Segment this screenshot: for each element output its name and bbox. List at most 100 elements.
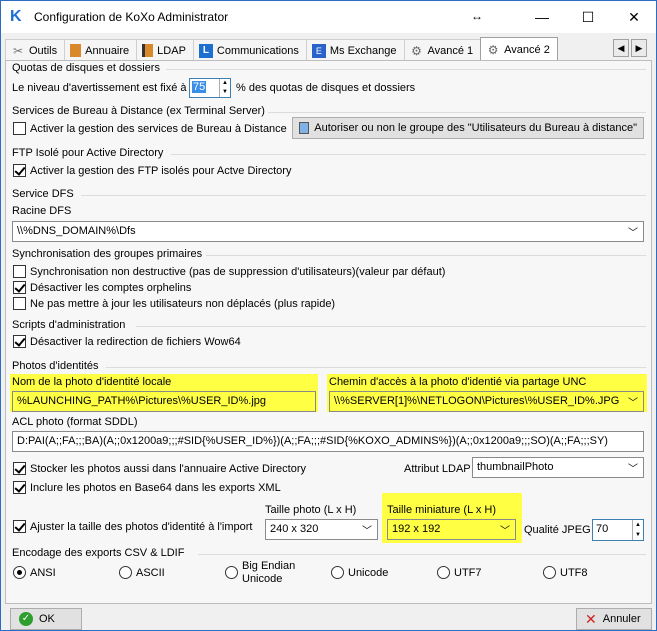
rds-button-label: Autoriser ou non le groupe des "Utilisat… [314,122,637,134]
thumb-size-value: 192 x 192 [392,523,441,535]
dfs-section-title: Service DFS [12,188,74,200]
maximize-button[interactable]: ☐ [565,1,611,33]
photo-size-label: Taille photo (L x H) [265,504,357,516]
quota-value: 75 [192,81,207,93]
rds-section-title: Services de Bureau à Distance (ex Termin… [12,105,265,117]
ftp-checkbox[interactable] [13,164,26,177]
ftp-section-title: FTP Isolé pour Active Directory [12,147,164,159]
rds-checkbox-label: Activer la gestion des services de Burea… [30,123,287,135]
rds-authorize-group-button[interactable]: Autoriser ou non le groupe des "Utilisat… [292,117,644,139]
encoding-utf8-radio[interactable] [543,566,556,579]
tab-strip: ✂ Outils Annuaire LDAP L Communications … [5,37,558,61]
ldap-attribute-label: Attribut LDAP [404,463,471,475]
jpeg-quality-spinner[interactable]: 70 ▲ ▼ [592,519,644,541]
section-divider [171,154,646,155]
store-ad-checkbox[interactable] [13,462,26,475]
section-divider [198,554,646,555]
resize-photos-checkbox[interactable] [13,520,26,533]
chevron-down-icon: ﹀ [628,464,638,475]
rds-checkbox[interactable] [13,122,26,135]
communications-icon: L [198,43,213,58]
sync-nondestructive-label: Synchronisation non destructive (pas de … [30,266,446,278]
tools-icon: ✂ [12,43,24,58]
tab-panel-avance-2: Quotas de disques et dossiers Le niveau … [5,60,652,604]
sync-disable-orphans-checkbox[interactable] [13,281,26,294]
tab-outils[interactable]: ✂ Outils [5,39,66,61]
sync-skip-unmoved-label: Ne pas mettre à jour les utilisateurs no… [30,298,336,310]
ok-label: OK [39,613,55,625]
tab-ldap[interactable]: LDAP [136,39,194,61]
folder-book-icon [142,44,154,57]
encoding-utf7-radio[interactable] [437,566,450,579]
encoding-bigendian-radio[interactable] [225,566,238,579]
tab-label: Communications [216,44,299,57]
unc-photo-label: Chemin d'accès à la photo d'identié via … [329,376,587,388]
ldap-attribute-dropdown[interactable]: thumbnailPhoto ﹀ [472,457,644,478]
thumb-size-dropdown[interactable]: 192 x 192 ﹀ [387,519,516,540]
base64-label: Inclure les photos en Base64 dans les ex… [30,482,281,494]
dfs-root-dropdown[interactable]: \\%DNS_DOMAIN%\Dfs ﹀ [12,221,644,242]
tab-avance-1[interactable]: ⚙ Avancé 1 [403,39,482,61]
tab-label: Annuaire [85,44,130,57]
encoding-ascii-radio[interactable] [119,566,132,579]
tab-label: Avancé 2 [504,43,550,56]
tab-annuaire[interactable]: Annuaire [64,39,138,61]
sync-section-title: Synchronisation des groupes primaires [12,248,203,260]
quota-label-after: % des quotas de disques et dossiers [236,82,416,94]
config-window: K Configuration de KoXo Administrator ↔ … [0,0,657,631]
resize-photos-label: Ajuster la taille des photos d'identité … [30,521,253,533]
tab-avance-2[interactable]: ⚙ Avancé 2 [480,37,558,61]
encoding-ansi-radio[interactable] [13,566,26,579]
jpeg-quality-value: 70 [596,523,609,535]
photo-size-dropdown[interactable]: 240 x 320 ﹀ [265,519,378,540]
section-divider [166,69,646,70]
ldap-attribute-value: thumbnailPhoto [477,461,554,473]
spinner-arrows-icon[interactable]: ▲ ▼ [632,520,643,540]
base64-checkbox[interactable] [13,481,26,494]
tab-label: Ms Exchange [329,44,397,57]
quota-label-before: Le niveau d'avertissement est fixé à [12,82,187,94]
tab-label: LDAP [157,44,186,57]
encoding-unicode-label: Unicode [348,567,389,579]
local-photo-input[interactable]: %LAUNCHING_PATH%\Pictures\%USER_ID%.jpg [12,391,316,412]
tab-scroll-left-button[interactable]: ◀ [613,39,629,57]
photos-section-title: Photos d'identités [12,360,99,372]
rds-screen-icon [299,122,310,134]
cancel-x-icon: ✕ [585,611,597,627]
tab-label: Avancé 1 [427,44,474,57]
wow64-checkbox-label: Désactiver la redirection de fichiers Wo… [30,336,241,348]
dfs-root-value: \\%DNS_DOMAIN%\Dfs [17,225,136,237]
acl-input[interactable]: D:PAI(A;;FA;;;BA)(A;;0x1200a9;;;#SID{%US… [12,431,644,452]
section-divider [106,367,646,368]
tab-scroll-right-button[interactable]: ▶ [631,39,647,57]
jpeg-quality-label: Qualité JPEG [524,524,591,536]
section-divider [206,255,646,256]
encoding-ascii-label: ASCII [136,567,165,579]
book-icon [70,44,82,57]
thumb-size-label: Taille miniature (L x H) [387,504,497,516]
ok-button[interactable]: ✓ OK [10,608,82,630]
resize-icon: ↔ [471,9,483,23]
close-button[interactable]: ✕ [611,1,657,33]
chevron-down-icon: ﹀ [500,526,510,537]
dfs-root-label: Racine DFS [12,205,72,217]
encoding-unicode-radio[interactable] [331,566,344,579]
section-divider [136,326,646,327]
tab-communications[interactable]: L Communications [192,39,307,61]
tab-ms-exchange[interactable]: E Ms Exchange [305,39,405,61]
photo-size-value: 240 x 320 [270,523,319,535]
koxo-logo-icon: K [10,8,22,25]
exchange-icon: E [311,43,326,58]
quota-warning-spinner[interactable]: 75 ▲ ▼ [189,78,231,98]
cancel-button[interactable]: ✕ Annuler [576,608,652,630]
local-photo-label: Nom de la photo d'identité locale [12,376,172,388]
sync-nondestructive-checkbox[interactable] [13,265,26,278]
spinner-arrows-icon[interactable]: ▲ ▼ [219,79,230,97]
ok-check-icon: ✓ [19,612,33,626]
ftp-checkbox-label: Activer la gestion des FTP isolés pour A… [30,165,292,177]
unc-photo-dropdown[interactable]: \\%SERVER[1]%\NETLOGON\Pictures\%USER_ID… [329,391,644,412]
sync-skip-unmoved-checkbox[interactable] [13,297,26,310]
minimize-button[interactable]: — [519,1,565,33]
acl-label: ACL photo (format SDDL) [12,416,138,428]
wow64-checkbox[interactable] [13,335,26,348]
